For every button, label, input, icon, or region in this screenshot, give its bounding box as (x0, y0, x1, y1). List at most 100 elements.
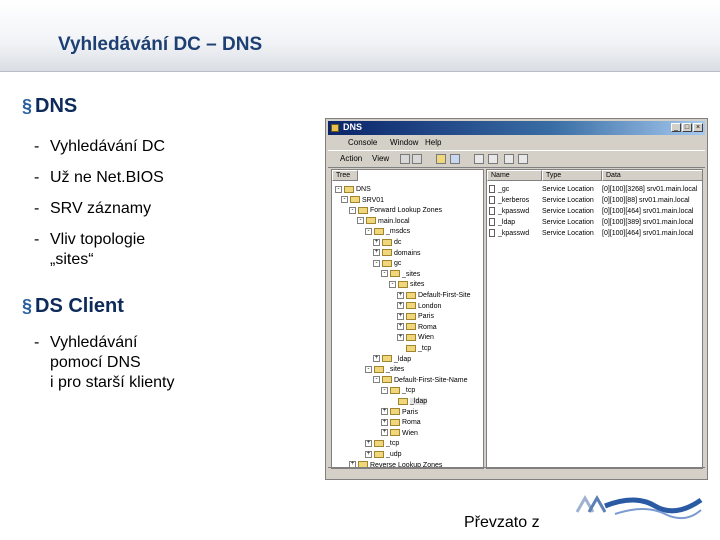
dns-console-window: DNS _ □ × Console Window Help Action Vie… (325, 118, 708, 480)
tree-node-label: _sites (386, 366, 405, 374)
tree-node-label: SRV01 (362, 196, 385, 204)
tree-node[interactable]: + Roma (381, 417, 421, 428)
tree-node-label: _ldap (394, 355, 412, 363)
minimize-button[interactable]: _ (671, 123, 681, 132)
action-menu[interactable]: Action (340, 154, 362, 163)
filter-icon[interactable] (518, 154, 528, 164)
menu-console[interactable]: Console (348, 138, 377, 147)
tree-node[interactable]: - Default-First-Site-Name (373, 375, 468, 386)
expand-toggle-icon[interactable]: + (397, 291, 404, 299)
tree-node[interactable]: + dc (373, 237, 401, 248)
tree-node[interactable]: - _msdcs (365, 226, 410, 237)
tree-node[interactable]: - DNS (335, 184, 371, 195)
record-row[interactable]: _kpasswd Service Location [0][100][464] sr… (489, 228, 701, 239)
tree-node[interactable]: + Wien (397, 332, 434, 343)
folder-icon (390, 387, 400, 395)
tree-node-label: _ldap (410, 398, 428, 405)
tree-node[interactable]: - _sites (381, 269, 420, 280)
expand-toggle-icon[interactable]: + (397, 323, 404, 331)
expand-toggle-icon[interactable]: + (397, 312, 404, 320)
tree-node-label: _tcp (402, 387, 416, 395)
record-row[interactable]: _kerberos Service Location [0][100][88] sr… (489, 195, 701, 206)
record-row[interactable]: _gc Service Location [0][100][3268] srv01.… (489, 184, 701, 195)
tree-node[interactable]: _tcp (397, 343, 431, 354)
folder-icon[interactable] (436, 154, 446, 164)
expand-toggle-icon[interactable]: - (335, 185, 342, 193)
tree-node[interactable]: - gc (373, 258, 401, 269)
tree-pane[interactable]: Tree - DNS - SRV01- Forward Lookup Zones - mai… (331, 169, 484, 469)
bullet-dns: § DNS (22, 95, 77, 118)
expand-toggle-icon[interactable]: + (381, 429, 388, 437)
expand-toggle-icon[interactable]: - (341, 196, 348, 204)
expand-toggle-icon[interactable]: - (381, 387, 388, 395)
refresh-icon[interactable] (474, 154, 484, 164)
record-type: Service Location (542, 197, 594, 204)
window-titlebar[interactable]: DNS _ □ × (328, 121, 705, 135)
record-row[interactable]: _kpasswd Service Location [0][100][464] sr… (489, 206, 701, 217)
expand-toggle-icon[interactable]: + (373, 238, 380, 246)
tree-node[interactable]: + London (397, 301, 441, 312)
column-header-data[interactable]: Data (602, 170, 702, 181)
expand-toggle-icon[interactable]: + (365, 440, 372, 448)
record-icon (489, 185, 495, 193)
expand-toggle-icon[interactable]: + (373, 249, 380, 257)
folder-icon (366, 217, 376, 225)
tree-node[interactable]: + _ldap (373, 354, 411, 365)
tree-node[interactable]: + Roma (397, 322, 437, 333)
expand-toggle-icon[interactable]: - (389, 281, 396, 289)
tree-node-label: DNS (356, 186, 371, 193)
sub-bullet-text: Vyhledávání pomocí DNS i pro starší klie… (50, 334, 175, 391)
record-name: _ldap (498, 219, 516, 226)
properties-icon[interactable] (450, 154, 460, 164)
tree-node-label: Paris (402, 408, 418, 416)
view-menu[interactable]: View (372, 154, 389, 163)
help-icon[interactable] (504, 154, 514, 164)
tree-node[interactable]: - Forward Lookup Zones (349, 205, 442, 216)
expand-toggle-icon[interactable]: + (397, 302, 404, 310)
menu-window[interactable]: Window (390, 138, 418, 147)
menu-help[interactable]: Help (425, 138, 441, 147)
expand-toggle-icon[interactable]: + (381, 418, 388, 426)
close-button[interactable]: × (693, 123, 703, 132)
expand-toggle-icon[interactable]: - (373, 376, 380, 384)
tree-node[interactable]: + Default-First-Site (397, 290, 471, 301)
column-header-type[interactable]: Type (542, 170, 602, 181)
records-list-pane[interactable]: Name Type Data _gc Service Location [0][10… (486, 169, 703, 469)
folder-icon (382, 376, 392, 384)
expand-toggle-icon[interactable]: - (349, 206, 356, 214)
bullet-square-icon: § (22, 296, 33, 316)
expand-toggle-icon[interactable]: - (365, 365, 372, 373)
tree-node[interactable]: + domains (373, 248, 420, 259)
tree-node[interactable]: - SRV01 (341, 195, 384, 206)
tree-node-label: Forward Lookup Zones (370, 207, 442, 215)
column-header-name[interactable]: Name (487, 170, 542, 181)
export-icon[interactable] (488, 154, 498, 164)
tree-node[interactable]: - sites (389, 279, 424, 290)
tree-node[interactable]: + _tcp (365, 438, 399, 449)
tree-node[interactable]: _ldap (389, 396, 428, 407)
record-name: _kpasswd (498, 230, 530, 237)
back-arrow-icon[interactable] (400, 154, 410, 164)
forward-arrow-icon[interactable] (412, 154, 422, 164)
expand-toggle-icon[interactable]: + (397, 334, 404, 342)
tree-node[interactable]: - _sites (365, 364, 404, 375)
expand-toggle-icon[interactable]: + (381, 408, 388, 416)
tree-node[interactable]: - main.local (357, 216, 410, 227)
tree-node[interactable]: + _udp (365, 449, 402, 460)
expand-toggle-icon[interactable]: + (373, 355, 380, 363)
tree-node[interactable]: + Paris (381, 407, 418, 418)
tree-node[interactable]: + Wien (381, 428, 418, 439)
maximize-button[interactable]: □ (682, 123, 692, 132)
tree-node-label: main.local (378, 217, 410, 225)
record-row[interactable]: _ldap Service Location [0][100][389] srv01… (489, 217, 701, 228)
expand-toggle-icon[interactable]: - (381, 270, 388, 278)
expand-toggle-icon[interactable]: - (373, 259, 380, 267)
folder-icon (374, 228, 384, 236)
tree-node[interactable]: + Paris (397, 311, 434, 322)
folder-icon (374, 365, 384, 373)
expand-toggle-icon[interactable]: - (365, 228, 372, 236)
menu-bar: Console Window Help (328, 136, 705, 149)
expand-toggle-icon[interactable]: + (365, 450, 372, 458)
expand-toggle-icon[interactable]: - (357, 217, 364, 225)
tree-node[interactable]: - _tcp (381, 385, 415, 396)
